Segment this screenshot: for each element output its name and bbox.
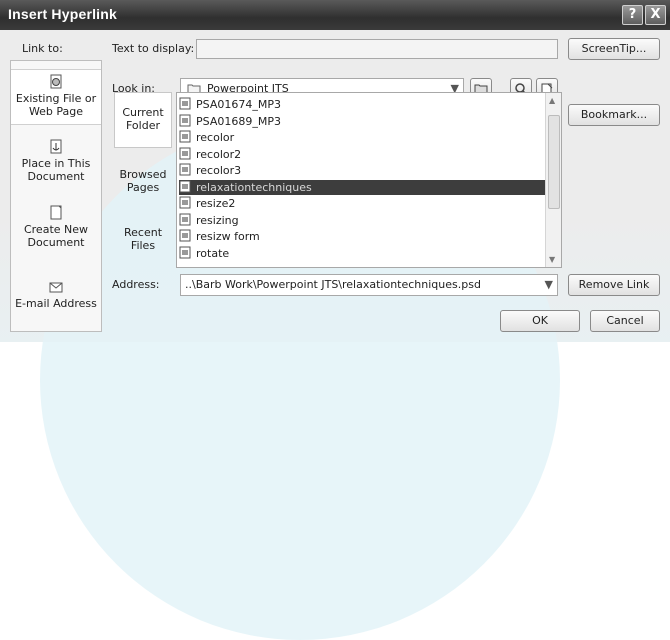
sidebar-item-place-in-document[interactable]: Place in This Document [11,135,101,185]
image-file-icon [179,229,191,242]
scroll-up-icon[interactable]: ▲ [549,96,555,105]
vertical-scrollbar[interactable]: ▲ ▼ [545,93,561,267]
email-icon [49,282,63,293]
browsed-pages-tab[interactable]: Browsed Pages [114,168,172,208]
text-to-display-input[interactable] [196,39,558,59]
image-file-icon [179,147,191,159]
cancel-button[interactable]: Cancel [590,310,660,332]
text-to-display-label: Text to display: [112,42,195,55]
close-button[interactable]: X [645,5,666,25]
ok-button[interactable]: OK [500,310,580,332]
remove-link-button[interactable]: Remove Link [568,274,660,296]
audio-file-icon [179,97,191,110]
file-list-item[interactable]: resizing [179,213,545,228]
file-list-item[interactable]: rotate [179,246,545,261]
file-list-item[interactable]: recolor2 [179,147,545,162]
image-file-icon [179,163,191,176]
scrollbar-thumb[interactable] [548,115,560,209]
file-list-item[interactable]: PSA01689_MP3 [179,114,545,129]
file-list-item[interactable]: resizw form [179,229,545,244]
sidebar-item-email-address[interactable]: E-mail Address [11,275,101,319]
help-button[interactable]: ? [622,5,643,25]
address-input[interactable]: ..\Barb Work\Powerpoint JTS\relaxationte… [180,274,558,296]
file-list-item[interactable]: recolor3 [179,163,545,178]
file-list-item[interactable]: resize2 [179,196,545,211]
file-list[interactable]: PSA01674_MP3 PSA01689_MP3 recolor recolor2 r… [176,92,562,268]
image-file-icon [179,246,191,258]
recent-files-tab[interactable]: Recent Files [114,226,172,266]
document-anchor-icon [50,139,62,154]
image-file-icon [179,196,191,209]
bookmark-button[interactable]: Bookmark... [568,104,660,126]
scroll-down-icon[interactable]: ▼ [549,255,555,264]
insert-hyperlink-dialog: Insert Hyperlink ? X Link to: Text to di… [0,0,670,640]
image-file-icon [179,213,191,225]
title-bar: Insert Hyperlink ? X [0,0,670,30]
file-list-item[interactable]: PSA01674_MP3 [179,97,545,112]
address-chevron-down-icon[interactable]: ▼ [545,278,553,291]
sidebar-item-existing-file[interactable]: Existing File or Web Page [11,69,101,125]
screentip-button[interactable]: ScreenTip... [568,38,660,60]
file-list-item[interactable]: relaxationtechniques [179,179,545,195]
browse-subnav: Current Folder Browsed Pages Recent File… [114,92,172,260]
audio-file-icon [179,114,191,126]
link-to-sidebar: Existing File or Web Page Place in This … [10,60,102,332]
new-document-icon [50,205,62,220]
globe-page-icon [50,74,62,89]
dialog-title: Insert Hyperlink [8,6,118,22]
sidebar-item-create-new-document[interactable]: Create New Document [11,201,101,251]
address-value: ..\Barb Work\Powerpoint JTS\relaxationte… [185,278,481,291]
dialog-content: Link to: Text to display: ScreenTip... E… [0,30,670,342]
image-file-icon [179,130,191,143]
image-file-icon [179,180,191,192]
file-list-item[interactable]: recolor [179,130,545,145]
current-folder-tab[interactable]: Current Folder [114,92,172,148]
link-to-label: Link to: [22,42,63,55]
address-label: Address: [112,278,160,291]
